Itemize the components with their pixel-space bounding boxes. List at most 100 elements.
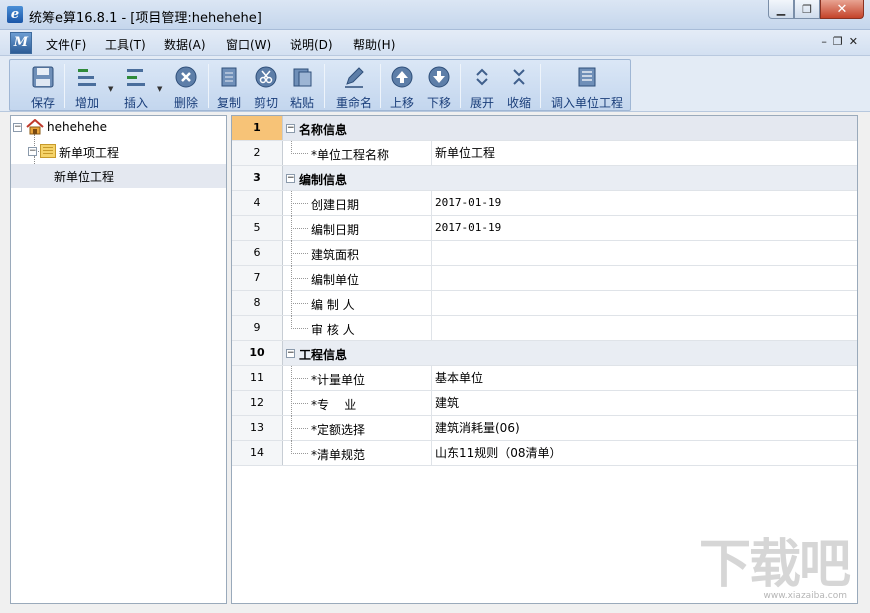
restore-button[interactable]: ❐ [794, 0, 820, 19]
row-number[interactable]: 9 [232, 316, 283, 340]
import-unit-label: 调入单位工程 [550, 96, 623, 110]
table-row[interactable]: 12 *专 业 建筑 [232, 391, 857, 416]
collapse-icon[interactable]: − [286, 124, 295, 133]
toolbar-separator [208, 64, 209, 108]
move-down-button[interactable]: 下移 [424, 60, 454, 110]
minimize-button[interactable]: ▁ [768, 0, 794, 19]
delete-button[interactable]: 删除 [171, 60, 201, 110]
cut-label: 剪切 [253, 96, 278, 110]
row-number[interactable]: 12 [232, 391, 283, 415]
table-row[interactable]: 13 *定额选择 建筑消耗量(06) [232, 416, 857, 441]
table-row[interactable]: 5 编制日期 2017-01-19 [232, 216, 857, 241]
grid-category-row[interactable]: 1− 名称信息 [232, 116, 857, 141]
property-name-cell[interactable]: 编制日期 [283, 216, 432, 241]
table-row[interactable]: 11 *计量单位 基本单位 [232, 366, 857, 391]
row-number[interactable]: 8 [232, 291, 283, 315]
property-name-cell[interactable]: *单位工程名称 [283, 141, 432, 165]
row-number[interactable]: 10 [232, 341, 283, 365]
collapse-icon[interactable]: − [13, 123, 22, 132]
app-logo-icon[interactable]: M [10, 32, 32, 54]
row-number[interactable]: 11 [232, 366, 283, 390]
property-value-cell[interactable]: 基本单位 [433, 366, 483, 390]
collapse-icon[interactable]: − [286, 174, 295, 183]
table-row[interactable]: 6 建筑面积 [232, 241, 857, 266]
mdi-minimize-button[interactable]: – [821, 35, 827, 48]
property-name-cell[interactable]: 编制单位 [283, 266, 432, 291]
save-button[interactable]: 保存 [28, 60, 58, 110]
row-number[interactable]: 5 [232, 216, 283, 240]
expand-button[interactable]: 展开 [467, 60, 497, 110]
row-number[interactable]: 2 [232, 141, 283, 165]
menu-tools[interactable]: 工具(T) [105, 36, 146, 53]
cut-button[interactable]: 剪切 [251, 60, 281, 110]
insert-dropdown-icon[interactable]: ▼ [157, 85, 162, 93]
collapse-icon[interactable]: − [28, 147, 37, 156]
row-number[interactable]: 14 [232, 441, 283, 465]
property-value-cell[interactable]: 建筑 [433, 391, 459, 415]
property-value-cell[interactable]: 建筑消耗量(06) [433, 416, 520, 440]
table-row[interactable]: 9 审 核 人 [232, 316, 857, 341]
property-name-cell[interactable]: 编 制 人 [283, 291, 432, 316]
table-row[interactable]: 8 编 制 人 [232, 291, 857, 316]
property-label: *定额选择 [311, 423, 366, 437]
mdi-close-button[interactable]: ✕ [849, 35, 858, 48]
property-value-cell[interactable] [433, 291, 435, 315]
property-name-cell[interactable]: *专 业 [283, 391, 432, 416]
property-value-cell[interactable] [433, 266, 435, 290]
import-unit-button[interactable]: 调入单位工程 [548, 60, 626, 110]
property-value-cell[interactable] [433, 316, 435, 340]
property-name-cell[interactable]: − 工程信息 [283, 341, 432, 365]
menu-help[interactable]: 帮助(H) [353, 36, 395, 53]
row-number[interactable]: 7 [232, 266, 283, 290]
insert-button[interactable]: 插入 [121, 60, 151, 110]
property-label: *单位工程名称 [311, 148, 390, 162]
property-name-cell[interactable]: *定额选择 [283, 416, 432, 441]
property-name-cell[interactable]: *清单规范 [283, 441, 432, 465]
paste-button[interactable]: 粘贴 [287, 60, 317, 110]
row-number[interactable]: 6 [232, 241, 283, 265]
property-name-cell[interactable]: 建筑面积 [283, 241, 432, 266]
move-up-button[interactable]: 上移 [387, 60, 417, 110]
mdi-restore-button[interactable]: ❐ [833, 35, 843, 48]
add-dropdown-icon[interactable]: ▼ [108, 85, 113, 93]
property-name-cell[interactable]: *计量单位 [283, 366, 432, 391]
row-number[interactable]: 4 [232, 191, 283, 215]
tree-item-project[interactable]: − 新单项工程 [11, 140, 226, 164]
table-row[interactable]: 7 编制单位 [232, 266, 857, 291]
collapse-icon[interactable]: − [286, 349, 295, 358]
table-row[interactable]: 4 创建日期 2017-01-19 [232, 191, 857, 216]
properties-grid: 1− 名称信息 2 *单位工程名称 新单位工程 3− 编制信息 4 创建日期 2017-01-19… [231, 115, 858, 604]
copy-button[interactable]: 复制 [214, 60, 244, 110]
property-value-cell[interactable]: 2017-01-19 [433, 216, 501, 240]
tree-item-root[interactable]: − hehehehe [11, 116, 226, 140]
property-value-cell[interactable] [433, 241, 435, 265]
expand-icon [470, 65, 494, 89]
menu-file[interactable]: 文件(F) [46, 36, 86, 53]
property-value-cell[interactable]: 2017-01-19 [433, 191, 501, 215]
grid-category-row[interactable]: 3− 编制信息 [232, 166, 857, 191]
property-name-cell[interactable]: − 名称信息 [283, 116, 432, 140]
row-number[interactable]: 13 [232, 416, 283, 440]
property-name-cell[interactable]: 审 核 人 [283, 316, 432, 340]
close-button[interactable]: ✕ [820, 0, 864, 19]
property-value-cell[interactable]: 山东11规则（08清单） [433, 441, 562, 465]
property-name-cell[interactable]: 创建日期 [283, 191, 432, 216]
collapse-button[interactable]: 收缩 [504, 60, 534, 110]
tree-item-unit[interactable]: 新单位工程 [11, 164, 226, 188]
rename-button[interactable]: 重命名 [336, 60, 372, 110]
table-row[interactable]: 2 *单位工程名称 新单位工程 [232, 141, 857, 166]
menu-bar: M 文件(F) 工具(T) 数据(A) 窗口(W) 说明(D) 帮助(H) – … [0, 30, 870, 56]
save-icon [31, 65, 55, 89]
menu-data[interactable]: 数据(A) [164, 36, 206, 53]
property-value-cell[interactable]: 新单位工程 [433, 141, 495, 165]
menu-help-doc[interactable]: 说明(D) [290, 36, 333, 53]
grid-category-row[interactable]: 10− 工程信息 [232, 341, 857, 366]
app-icon: e [7, 6, 23, 23]
save-label: 保存 [30, 96, 55, 110]
table-row[interactable]: 14 *清单规范 山东11规则（08清单） [232, 441, 857, 466]
property-name-cell[interactable]: − 编制信息 [283, 166, 432, 190]
row-number[interactable]: 3 [232, 166, 283, 190]
add-button[interactable]: 增加 [72, 60, 102, 110]
row-number[interactable]: 1 [232, 116, 283, 140]
menu-window[interactable]: 窗口(W) [226, 36, 271, 53]
